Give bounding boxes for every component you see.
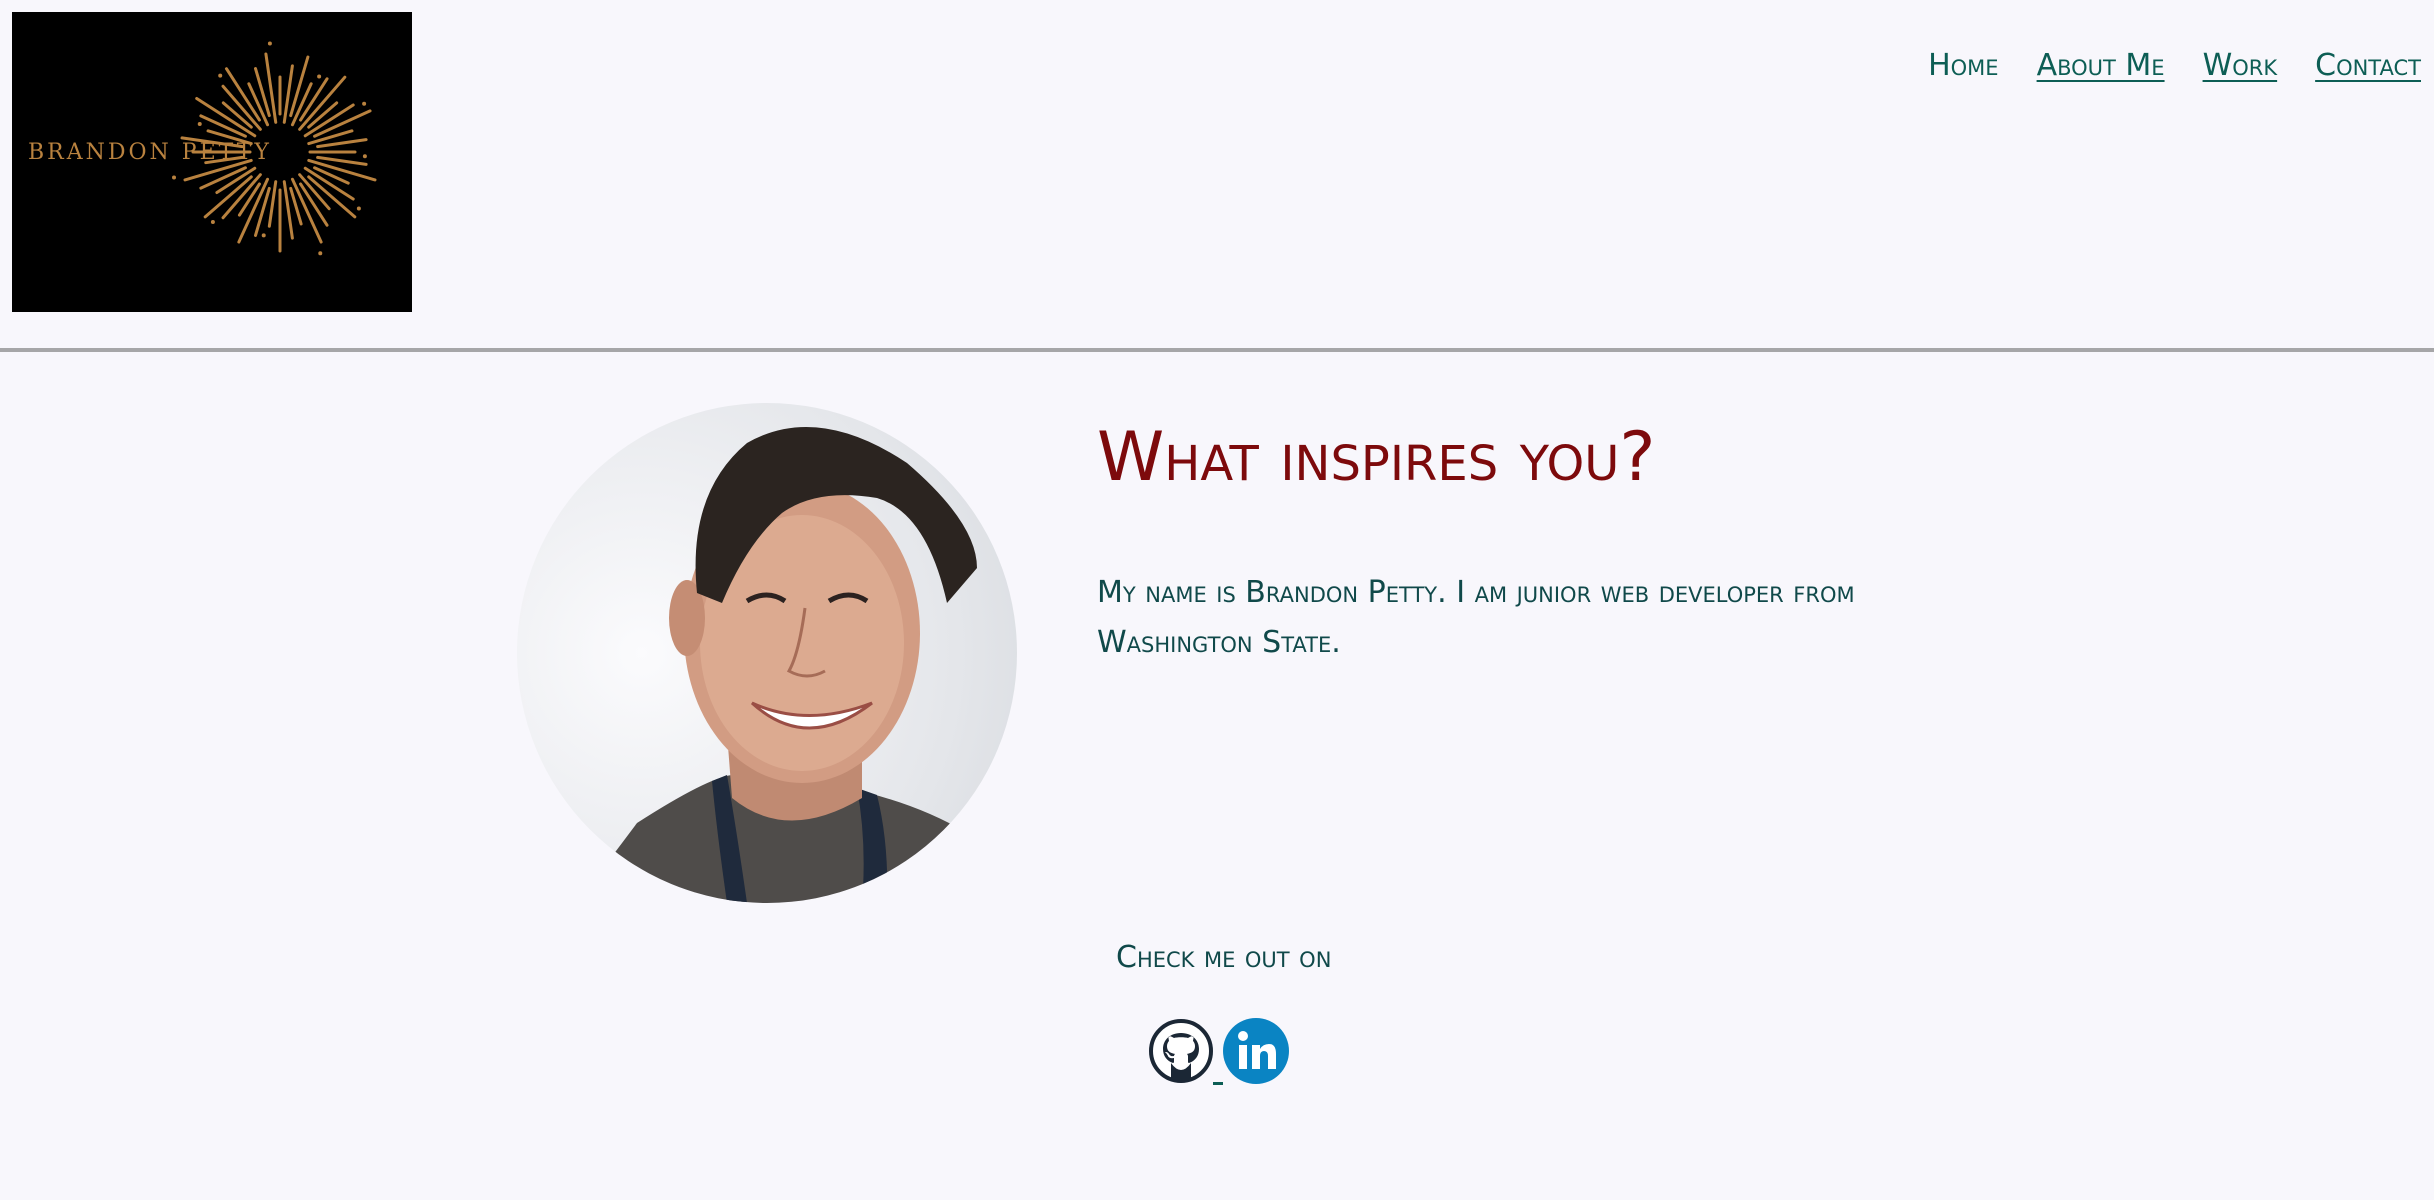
site-header: BRANDON PETTY Home About Me Work Contact xyxy=(0,0,2434,352)
sunburst-dot xyxy=(197,122,202,127)
linkedin-icon xyxy=(1223,1018,1289,1084)
sunburst-dot xyxy=(362,101,367,106)
check-me-out-label: Check me out on xyxy=(1116,940,1332,975)
linkedin-link[interactable] xyxy=(1223,1018,1289,1088)
sunburst-ray xyxy=(316,138,368,149)
sunburst-dot xyxy=(318,251,323,256)
sunburst-dot xyxy=(317,74,322,79)
page-headline: What inspires you? xyxy=(1097,418,1656,497)
sunburst-dot xyxy=(362,154,367,159)
github-link[interactable] xyxy=(1149,1019,1213,1087)
github-icon xyxy=(1149,1019,1213,1083)
sunburst-dot xyxy=(218,73,223,78)
sunburst-dot xyxy=(356,206,361,211)
logo-text: BRANDON PETTY xyxy=(28,140,272,165)
sunburst-dot xyxy=(210,220,215,225)
bio-text: My name is Brandon Petty. I am junior we… xyxy=(1097,575,1855,660)
profile-photo xyxy=(517,403,1017,903)
sunburst-dot xyxy=(172,175,177,180)
sunburst-dot xyxy=(261,233,266,238)
nav-about-me[interactable]: About Me xyxy=(2037,48,2165,83)
nav-contact[interactable]: Contact xyxy=(2315,48,2421,83)
nav-work[interactable]: Work xyxy=(2203,48,2278,83)
sunburst-ray xyxy=(253,186,271,237)
sunburst-ray xyxy=(253,67,271,118)
nav-home[interactable]: Home xyxy=(1928,48,1998,83)
social-links xyxy=(1149,1018,1289,1088)
sunburst-dot xyxy=(267,41,272,46)
sunburst-ray xyxy=(316,155,368,166)
main-nav: Home About Me Work Contact xyxy=(1928,48,2421,83)
link-underline xyxy=(1213,1081,1223,1085)
brand-logo[interactable]: BRANDON PETTY xyxy=(12,12,412,312)
